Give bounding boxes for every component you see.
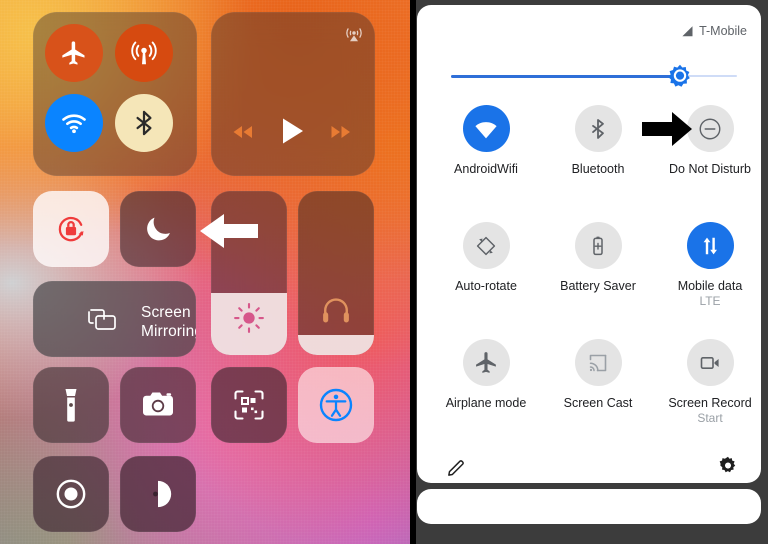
airplane-mode-icon (62, 41, 85, 65)
tile-screen-cast[interactable]: Screen Cast (543, 339, 653, 411)
tile-sublabel: Start (697, 411, 723, 425)
qr-code-reader-button[interactable] (211, 367, 287, 443)
tile-icon-circle (574, 222, 622, 269)
camera-icon (143, 392, 173, 416)
android-quick-settings: T-Mobile AndroidWifi Bluetooth Do Not Di… (410, 0, 768, 544)
tile-label: Auto-rotate (455, 279, 517, 293)
screen-cast-icon (589, 354, 607, 371)
gear-icon (719, 456, 736, 473)
tile-mobile-data[interactable]: Mobile data LTE (655, 222, 765, 309)
tile-label: AndroidWifi (454, 162, 518, 176)
notification-shade-footer[interactable] (417, 489, 761, 524)
moon-icon (147, 217, 170, 241)
flashlight-icon (65, 389, 77, 422)
tile-icon-circle (462, 222, 510, 269)
ios-pointer-arrow (198, 210, 260, 252)
tile-label: Screen Record (668, 396, 752, 410)
brightness-slider[interactable] (451, 64, 737, 88)
auto-rotate-icon (476, 236, 496, 255)
brightness-slider-handle[interactable] (668, 64, 692, 88)
cellular-data-icon (131, 41, 157, 65)
airplane-icon (475, 352, 496, 373)
tile-airplane-mode[interactable]: Airplane mode (431, 339, 541, 411)
play-button[interactable] (279, 116, 305, 151)
tile-androidwifi[interactable]: AndroidWifi (431, 105, 541, 177)
tile-label: Do Not Disturb (669, 162, 751, 176)
flashlight-toggle[interactable] (33, 367, 109, 443)
volume-slider[interactable] (298, 191, 374, 355)
screen-mirroring-tile[interactable]: Screen Mirroring (33, 281, 196, 357)
edit-tiles-button[interactable] (445, 457, 467, 484)
rewind-icon (233, 126, 252, 138)
tile-auto-rotate[interactable]: Auto-rotate (431, 222, 541, 294)
battery-saver-icon (593, 236, 603, 255)
tile-icon-circle (574, 339, 622, 386)
connectivity-group[interactable] (33, 12, 197, 176)
tile-icon-circle (462, 339, 510, 386)
bluetooth-toggle[interactable] (115, 94, 173, 152)
bluetooth-icon (136, 110, 152, 136)
tile-icon-circle (686, 339, 734, 386)
quick-settings-card: T-Mobile AndroidWifi Bluetooth Do Not Di… (417, 5, 761, 483)
do-not-disturb-toggle[interactable] (120, 191, 196, 267)
wifi-toggle[interactable] (45, 94, 103, 152)
accessibility-toggle[interactable] (298, 367, 374, 443)
camera-button[interactable] (120, 367, 196, 443)
screen-record-toggle[interactable] (33, 456, 109, 532)
tile-label: Bluetooth (571, 162, 625, 176)
rotation-lock-icon (58, 216, 84, 242)
do-not-disturb-icon (699, 118, 721, 139)
tile-label: Mobile data (677, 279, 743, 293)
dark-mode-toggle[interactable] (120, 456, 196, 532)
brightness-track-fill (451, 74, 680, 78)
headphones-icon (323, 298, 349, 323)
fast-forward-button[interactable] (327, 122, 355, 147)
fast-forward-icon (331, 126, 350, 138)
ios-control-center: Screen Mirroring (0, 0, 410, 544)
mobile-data-icon (703, 237, 717, 254)
accessibility-icon (319, 388, 353, 422)
tile-icon-circle (574, 105, 622, 152)
screen-mirroring-label: Screen Mirroring (141, 304, 196, 340)
carrier-status: T-Mobile (681, 24, 747, 38)
tile-battery-saver[interactable]: Battery Saver (543, 222, 653, 294)
wifi-icon (62, 114, 86, 134)
bluetooth-icon (592, 118, 604, 139)
tile-label: Airplane mode (445, 396, 527, 410)
rewind-button[interactable] (229, 122, 257, 147)
pencil-edit-icon (448, 460, 464, 476)
tile-sublabel: LTE (699, 294, 721, 308)
screen-record-icon (56, 479, 86, 509)
tile-label: Battery Saver (560, 279, 636, 293)
media-controls-group[interactable] (211, 12, 375, 176)
play-icon (283, 118, 303, 144)
airplay-icon[interactable] (343, 22, 365, 49)
cellular-data-toggle[interactable] (115, 24, 173, 82)
airplane-mode-toggle[interactable] (45, 24, 103, 82)
brightness-sun-icon (668, 64, 690, 87)
tile-icon-circle (686, 222, 734, 269)
tile-label: Screen Cast (563, 396, 633, 410)
volume-slider-fill (298, 335, 374, 355)
tile-bluetooth[interactable]: Bluetooth (543, 105, 653, 177)
tile-icon-circle (462, 105, 510, 152)
settings-button[interactable] (717, 455, 739, 482)
carrier-label: T-Mobile (699, 24, 747, 38)
contrast-icon (144, 480, 172, 508)
brightness-sun-icon (234, 303, 264, 333)
signal-bars-icon (682, 25, 693, 36)
rotation-lock-toggle[interactable] (33, 191, 109, 267)
screen-mirroring-icon (88, 309, 116, 330)
screenshot-root: Screen Mirroring (0, 0, 768, 544)
screen-record-icon (700, 356, 719, 369)
qr-code-icon (234, 390, 264, 420)
tile-screen-record[interactable]: Screen Record Start (655, 339, 765, 426)
android-pointer-arrow (642, 110, 694, 148)
wifi-icon (475, 121, 497, 138)
